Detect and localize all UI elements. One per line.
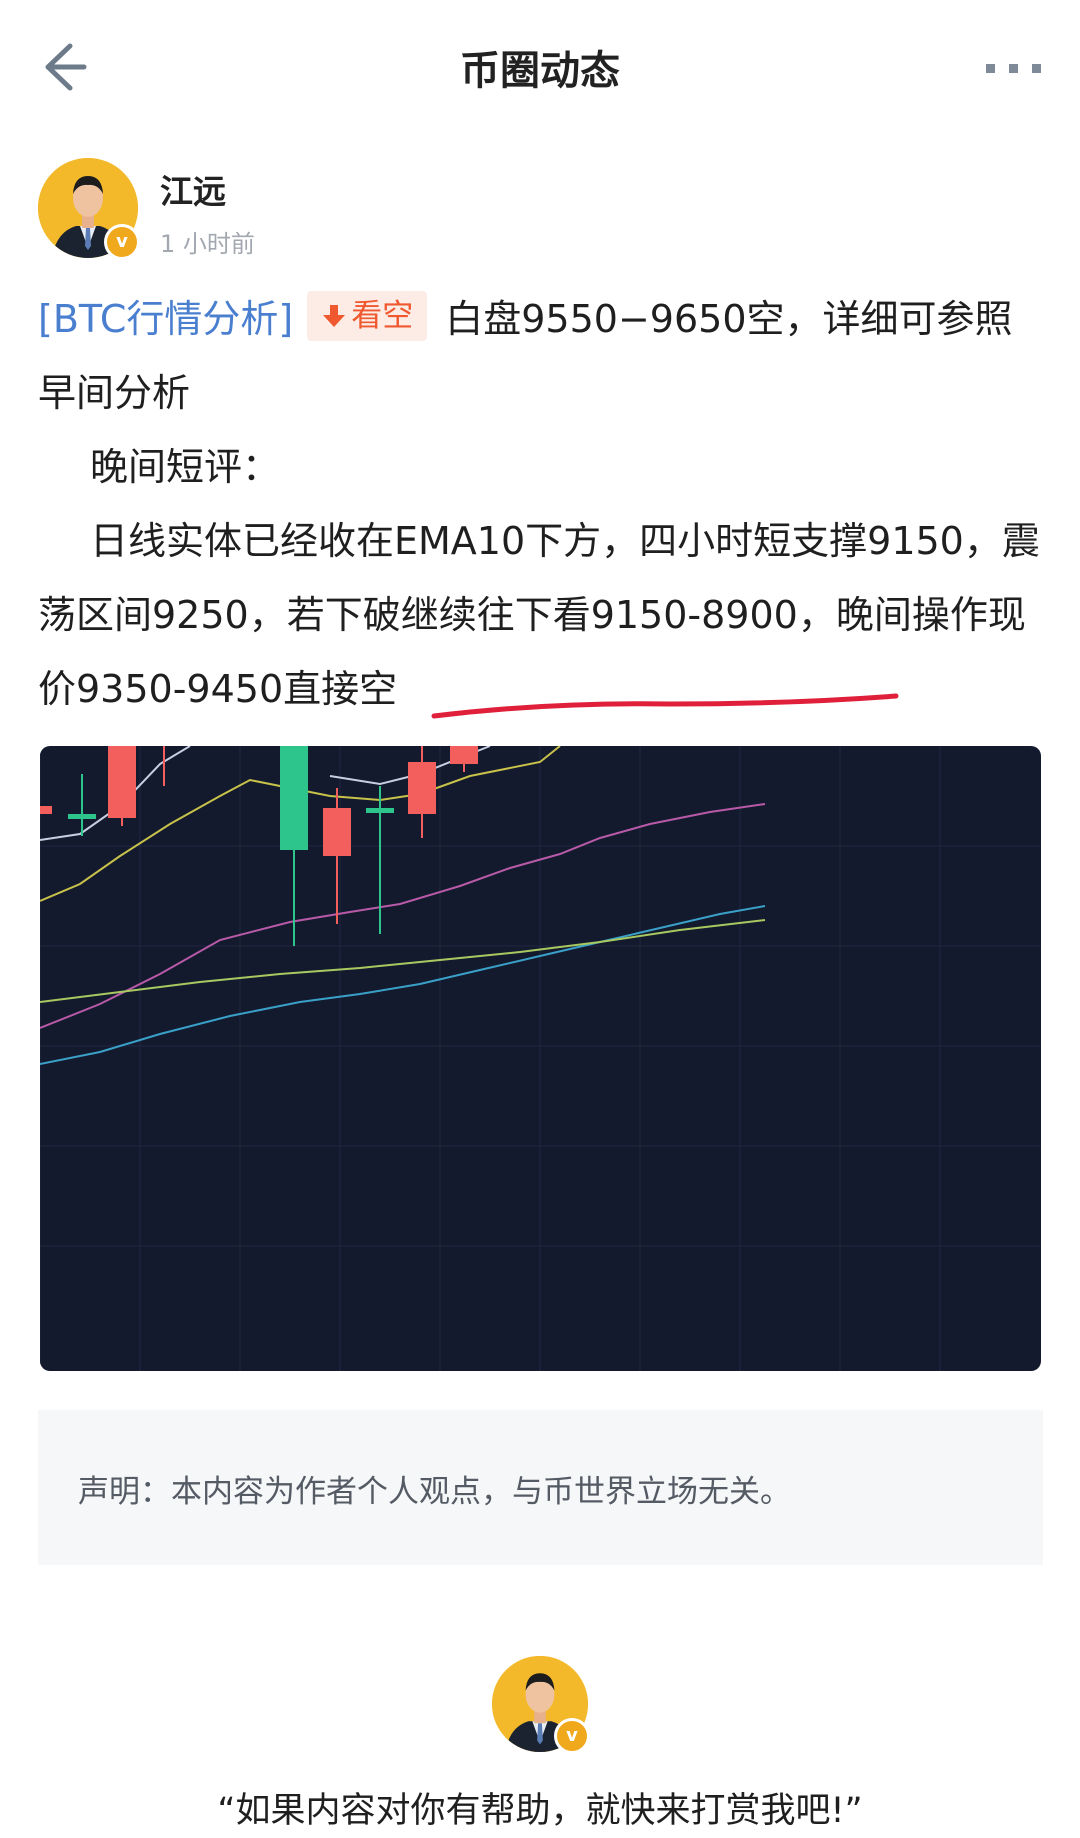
post-chart-image[interactable] [40,746,1041,1371]
author-name[interactable]: 江远 [160,165,226,213]
ma-line-green [40,919,766,1003]
verified-badge: v [554,1718,590,1754]
sentiment-badge: 看空 [307,291,428,341]
tip-author-avatar[interactable]: v [492,1656,590,1754]
tip-prompt-text: “如果内容对你有帮助，就快来打赏我吧!” [217,1791,863,1831]
post-paragraph-1: [BTC行情分析] 看空 白盘9550−9650空，详细可参照早间分析 [38,282,1048,430]
top-bar: 币圈动态 [0,0,1080,130]
post-paragraph-2: 晚间短评： [90,445,281,489]
disclaimer-box: 声明：本内容为作者个人观点，与币世界立场无关。 [38,1410,1043,1565]
more-button[interactable] [980,38,1050,98]
page-title: 币圈动态 [460,48,620,94]
post-content: [BTC行情分析] 看空 白盘9550−9650空，详细可参照早间分析 晚间短评： … [38,282,1048,726]
disclaimer-text: 声明：本内容为作者个人观点，与币世界立场无关。 [78,1474,791,1510]
post-time: 1 小时前 [160,230,255,258]
ma-line-cyan [40,905,766,1065]
post-text-line3: 日线实体已经收在EMA10下方，四小时短支撑9150，震荡区间9250，若下破继… [38,519,1040,637]
sentiment-label: 看空 [351,298,414,334]
topic-tag-link[interactable]: [BTC行情分析] [38,297,293,341]
post-paragraph-3: 日线实体已经收在EMA10下方，四小时短支撑9150，震荡区间9250，若下破继… [38,504,1048,726]
candlestick-chart [40,746,1041,1371]
author-avatar[interactable]: v [38,158,140,260]
arrow-down-icon [323,305,346,327]
more-dots-icon [986,64,1041,73]
verified-badge: v [104,224,140,260]
